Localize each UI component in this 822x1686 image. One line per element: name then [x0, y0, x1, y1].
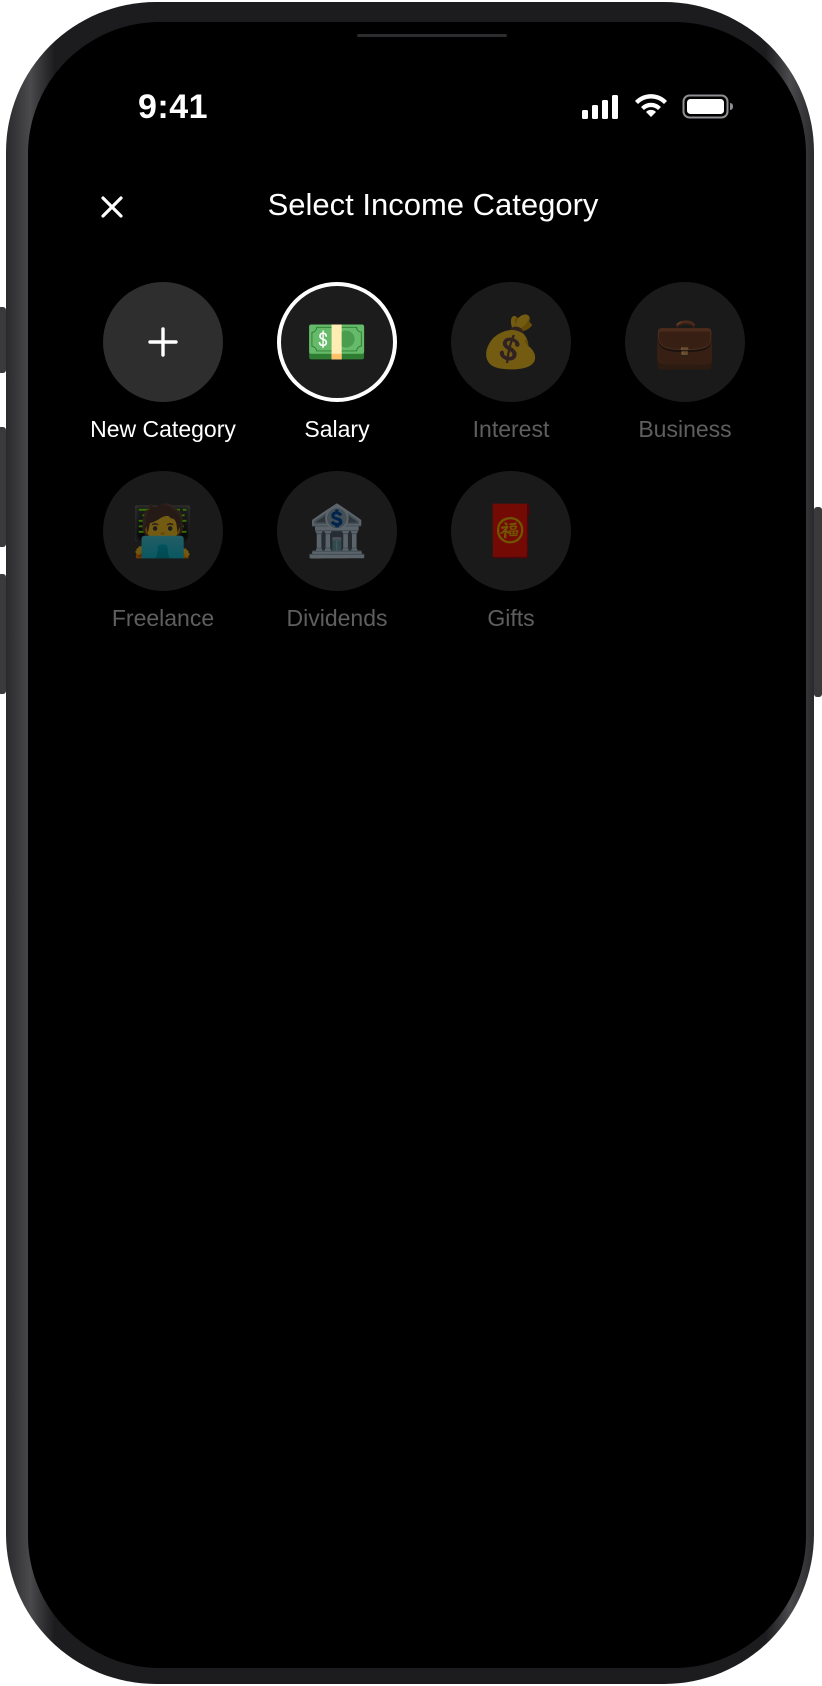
category-new-category[interactable]: New Category — [76, 282, 250, 443]
category-salary[interactable]: 💵 Salary — [250, 282, 424, 443]
status-time: 9:41 — [138, 88, 209, 126]
category-business[interactable]: 💼 Business — [598, 282, 772, 443]
wifi-icon — [635, 94, 667, 117]
volume-down-button — [0, 574, 6, 694]
status-icons — [582, 94, 734, 119]
category-interest[interactable]: 💰 Interest — [424, 282, 598, 443]
screen: 9:41 Select Income Category New Category… — [28, 22, 806, 1668]
category-icon-circle[interactable]: 🧑‍💻 — [103, 471, 223, 591]
technologist-icon: 🧑‍💻 — [131, 503, 195, 559]
power-button — [814, 507, 822, 697]
category-label: Salary — [304, 416, 370, 442]
category-icon-circle[interactable]: 🏦 — [277, 471, 397, 591]
category-label: Dividends — [286, 605, 388, 631]
volume-up-button — [0, 427, 6, 547]
status-bar: 9:41 — [28, 22, 806, 142]
bank-icon: 🏦 — [305, 503, 369, 559]
category-freelance[interactable]: 🧑‍💻 Freelance — [76, 471, 250, 632]
category-label: New Category — [90, 416, 236, 442]
category-label: Interest — [472, 416, 550, 442]
category-dividends[interactable]: 🏦 Dividends — [250, 471, 424, 632]
red-envelope-icon: 🧧 — [479, 503, 543, 559]
plus-icon — [148, 327, 178, 357]
briefcase-icon: 💼 — [653, 314, 717, 370]
category-label: Freelance — [111, 605, 215, 631]
header: Select Income Category — [28, 177, 806, 237]
category-grid: New Category 💵 Salary 💰 Interest 💼 Business 🧑‍💻… — [76, 282, 766, 632]
category-gifts[interactable]: 🧧 Gifts — [424, 471, 598, 632]
action-button — [0, 307, 6, 373]
phone-frame: 9:41 Select Income Category New Category… — [0, 2, 822, 1684]
category-icon-circle[interactable]: 💵 — [277, 282, 397, 402]
category-label: Gifts — [487, 605, 535, 631]
category-icon-circle[interactable]: 🧧 — [451, 471, 571, 591]
category-icon-circle[interactable]: 💰 — [451, 282, 571, 402]
cellular-signal-icon — [582, 94, 618, 119]
money-bag-icon: 💰 — [479, 314, 543, 370]
category-label: Business — [638, 416, 732, 442]
category-icon-circle[interactable] — [103, 282, 223, 402]
battery-icon — [682, 94, 733, 119]
category-icon-circle[interactable]: 💼 — [625, 282, 745, 402]
money-icon: 💵 — [305, 314, 369, 370]
page-title: Select Income Category — [267, 187, 599, 222]
